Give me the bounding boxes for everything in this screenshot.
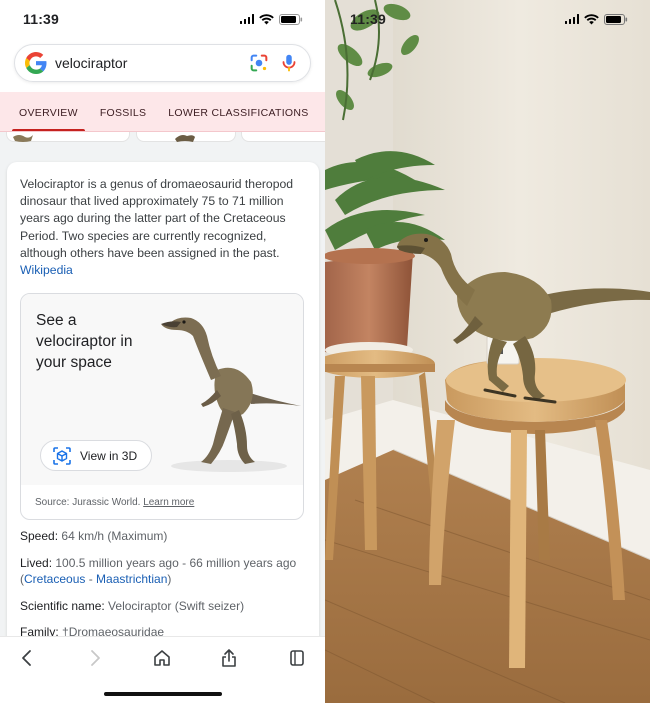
search-results-screen: 11:39 velociraptor OVERVIEW FOSSILS LOWE… xyxy=(0,0,325,703)
tab-lower-classifications[interactable]: LOWER CLASSIFICATIONS xyxy=(157,92,319,131)
fact-label: Scientific name: xyxy=(20,598,105,613)
search-query[interactable]: velociraptor xyxy=(55,55,240,71)
fact-scientific-name: Scientific name: Velociraptor (Swift sei… xyxy=(20,598,310,615)
tabs-button[interactable] xyxy=(284,645,310,671)
ar-title: See a velociraptor in your space xyxy=(36,312,133,371)
wifi-icon xyxy=(259,13,274,24)
cretaceous-link[interactable]: Cretaceous xyxy=(24,572,85,586)
ar-preview: See a velociraptor in your space View in… xyxy=(21,294,303,485)
home-button[interactable] xyxy=(149,645,175,671)
ar-source-text: Source: Jurassic World. xyxy=(35,497,141,508)
carousel-thumbnail[interactable] xyxy=(241,132,325,142)
dino-thumbnail-icon xyxy=(13,135,33,142)
carousel-thumbnail[interactable] xyxy=(136,132,236,142)
signal-icon xyxy=(564,14,579,24)
separator: - xyxy=(85,572,97,586)
image-carousel-strip xyxy=(0,132,325,154)
learn-more-link[interactable]: Learn more xyxy=(143,497,194,508)
forward-button[interactable] xyxy=(82,645,108,671)
home-indicator[interactable] xyxy=(104,692,222,696)
share-button[interactable] xyxy=(216,645,242,671)
knowledge-tabs: OVERVIEW FOSSILS LOWER CLASSIFICATIONS V xyxy=(0,92,325,132)
carousel-thumbnail[interactable] xyxy=(6,132,130,142)
status-icons xyxy=(564,13,629,25)
ar-source: Source: Jurassic World. Learn more xyxy=(35,497,194,508)
ar-camera-screen: 11:39 xyxy=(325,0,650,703)
back-icon xyxy=(22,650,31,666)
fact-label: Speed: xyxy=(20,529,59,543)
status-bar: 11:39 xyxy=(325,0,650,38)
fact-value: Velociraptor (Swift seizer) xyxy=(108,598,245,613)
maastrichtian-link[interactable]: Maastrichtian xyxy=(96,572,167,586)
tabs-icon xyxy=(290,650,304,666)
tab-overview[interactable]: OVERVIEW xyxy=(8,92,89,131)
dino-thumbnail-icon xyxy=(175,135,195,142)
fact-lived: Lived: 100.5 million years ago - 66 mill… xyxy=(20,555,310,588)
browser-toolbar xyxy=(0,636,325,703)
search-box[interactable]: velociraptor xyxy=(14,44,311,82)
velociraptor-model-image xyxy=(161,317,301,472)
battery-icon xyxy=(604,13,628,25)
status-bar: 11:39 xyxy=(0,0,325,38)
wikipedia-link[interactable]: Wikipedia xyxy=(20,263,73,277)
wifi-icon xyxy=(584,13,599,24)
signal-icon xyxy=(239,14,254,24)
view-in-3d-label: View in 3D xyxy=(80,448,138,463)
google-logo-icon xyxy=(25,52,47,74)
home-icon xyxy=(154,650,170,666)
search-bar-area: velociraptor xyxy=(0,38,325,92)
fact-speed: Speed: 64 km/h (Maximum) xyxy=(20,528,310,545)
battery-icon xyxy=(279,13,303,25)
mic-icon[interactable] xyxy=(278,52,300,74)
share-icon xyxy=(222,649,236,667)
view-in-3d-button[interactable]: View in 3D xyxy=(40,440,152,471)
back-button[interactable] xyxy=(14,645,40,671)
description: Velociraptor is a genus of dromaeosaurid… xyxy=(20,176,310,279)
description-text: Velociraptor is a genus of dromaeosaurid… xyxy=(20,177,294,260)
status-time: 11:39 xyxy=(350,11,387,27)
status-icons xyxy=(239,13,304,25)
fact-value: 100.5 million years ago - 66 million yea… xyxy=(55,555,297,570)
fact-label: Lived: xyxy=(20,555,53,570)
ar-scene-image xyxy=(325,0,650,703)
overview-card: Velociraptor is a genus of dromaeosaurid… xyxy=(7,162,319,662)
lens-icon[interactable] xyxy=(248,52,270,74)
paren: ) xyxy=(167,572,172,586)
cube-3d-icon xyxy=(53,446,71,465)
facts-list: Speed: 64 km/h (Maximum) Lived: 100.5 mi… xyxy=(20,528,310,651)
ar-view-card[interactable]: See a velociraptor in your space View in… xyxy=(20,293,304,520)
forward-icon xyxy=(91,650,100,666)
fact-value: 64 km/h (Maximum) xyxy=(61,529,168,543)
status-time: 11:39 xyxy=(23,11,60,27)
tab-fossils[interactable]: FOSSILS xyxy=(89,92,157,131)
